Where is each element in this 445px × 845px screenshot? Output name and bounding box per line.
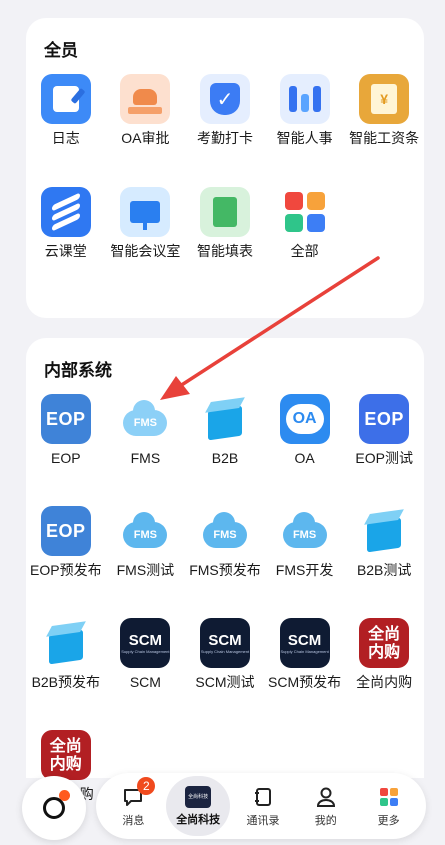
app-quanshang-purchase[interactable]: 全尚 内购 全尚内购	[344, 618, 424, 730]
app-label: OA	[294, 450, 315, 466]
app-label: EOP预发布	[30, 562, 102, 578]
app-label: FMS	[130, 450, 161, 466]
eop-icon: EOP	[40, 394, 91, 444]
app-label: 智能人事	[276, 130, 333, 146]
company-logo-icon: 全尚科技	[185, 785, 212, 808]
person-icon	[314, 785, 338, 809]
app-eop-prerelease[interactable]: EOP EOP预发布	[26, 506, 106, 618]
app-label: OA审批	[121, 130, 170, 146]
section-title-internal: 内部系统	[44, 361, 112, 380]
tab-label: 消息	[122, 814, 145, 827]
app-smart-form[interactable]: 智能填表	[185, 187, 265, 300]
fms-cloud-icon: FMS	[200, 506, 250, 556]
app-smart-hr[interactable]: 智能人事	[265, 74, 345, 187]
scm-icon: SCM Supply Chain Management	[279, 618, 330, 668]
tab-me[interactable]: 我的	[296, 785, 356, 828]
tab-contacts[interactable]: 通讯录	[233, 785, 293, 828]
app-oa[interactable]: OA OA	[265, 394, 345, 506]
scm-icon: SCM Supply Chain Management	[199, 618, 250, 668]
tab-label: 更多	[377, 814, 400, 827]
app-b2b-prerelease[interactable]: B2B预发布	[26, 618, 106, 730]
app-label: SCM测试	[195, 674, 255, 690]
app-label: FMS测试	[116, 562, 175, 578]
tab-label: 全尚科技	[176, 813, 221, 826]
eop-icon: EOP	[40, 506, 91, 556]
app-label: 日志	[51, 130, 80, 146]
fms-cloud-icon: FMS	[120, 394, 170, 444]
tab-label: 我的	[314, 814, 337, 827]
tab-label: 通讯录	[246, 814, 280, 827]
b2b-cube-icon	[41, 618, 91, 668]
app-fms-test[interactable]: FMS FMS测试	[106, 506, 186, 618]
unread-badge: 2	[137, 776, 156, 795]
quanshang-icon: 全尚 内购	[359, 618, 410, 668]
app-label: 云课堂	[44, 243, 87, 259]
app-fms-prerelease[interactable]: FMS FMS预发布	[185, 506, 265, 618]
app-b2b-test[interactable]: B2B测试	[344, 506, 424, 618]
app-all[interactable]: 全部	[265, 187, 345, 300]
app-diary[interactable]: 日志	[26, 74, 106, 187]
app-label: EOP测试	[355, 450, 413, 466]
app-label: B2B预发布	[31, 674, 101, 690]
meeting-board-icon	[120, 187, 171, 237]
app-label: SCM	[129, 674, 161, 690]
stamp-icon	[120, 74, 171, 124]
quanshang-icon: 全尚 内购	[40, 730, 91, 780]
app-label: 全部	[290, 243, 319, 259]
cloud-class-icon	[40, 187, 91, 237]
app-scm[interactable]: SCM Supply Chain Management SCM	[106, 618, 186, 730]
fms-cloud-icon: FMS	[120, 506, 170, 556]
app-label: 智能填表	[196, 243, 253, 259]
hr-icon	[279, 74, 330, 124]
scm-icon: SCM Supply Chain Management	[120, 618, 171, 668]
app-label: FMS开发	[275, 562, 334, 578]
tab-messages[interactable]: 2 消息	[103, 776, 163, 828]
app-label: SCM预发布	[268, 674, 342, 690]
app-fms-dev[interactable]: FMS FMS开发	[265, 506, 345, 618]
section-title-all-staff: 全员	[44, 41, 78, 60]
notification-dot	[59, 790, 70, 801]
message-icon: 2	[121, 776, 156, 809]
b2b-cube-icon	[359, 506, 409, 556]
app-label: B2B	[211, 450, 239, 466]
app-scm-prerelease[interactable]: SCM Supply Chain Management SCM预发布	[265, 618, 345, 730]
app-oa-approval[interactable]: OA审批	[106, 74, 186, 187]
app-label: 全尚内购	[356, 674, 413, 690]
app-label: B2B测试	[356, 562, 412, 578]
eop-icon: EOP	[359, 394, 410, 444]
app-label: FMS预发布	[189, 562, 261, 578]
app-label: 智能工资条	[349, 130, 420, 146]
check-shield-icon: ✓	[199, 74, 250, 124]
more-apps-icon	[377, 785, 401, 809]
contacts-book-icon	[251, 785, 275, 809]
app-smart-payslip[interactable]: ¥ 智能工资条	[344, 74, 424, 187]
app-meeting-room[interactable]: 智能会议室	[106, 187, 186, 300]
diary-icon	[40, 74, 91, 124]
bottom-tabbar: 2 消息 全尚科技 全尚科技 通讯录 我的 更多	[96, 773, 426, 839]
all-apps-icon	[279, 187, 330, 237]
tab-more[interactable]: 更多	[359, 785, 419, 828]
form-book-icon	[199, 187, 250, 237]
fms-cloud-icon: FMS	[280, 506, 330, 556]
oa-bubble-icon: OA	[279, 394, 330, 444]
app-eop[interactable]: EOP EOP	[26, 394, 106, 506]
internal-systems-card: 内部系统 EOP EOP FMS FMS B2B OA OA EOP EOP测试…	[26, 338, 424, 802]
app-label: 考勤打卡	[196, 130, 253, 146]
app-b2b[interactable]: B2B	[185, 394, 265, 506]
b2b-cube-icon	[200, 394, 250, 444]
assistant-button[interactable]	[22, 776, 86, 840]
all-staff-card: 全员 日志 OA审批 ✓ 考勤打卡 智能人事 ¥ 智能工资条 云课堂 智能会议室…	[26, 18, 424, 318]
app-label: EOP	[51, 450, 81, 466]
tab-home[interactable]: 全尚科技 全尚科技	[166, 776, 231, 836]
app-attendance[interactable]: ✓ 考勤打卡	[185, 74, 265, 187]
app-cloud-class[interactable]: 云课堂	[26, 187, 106, 300]
salary-slip-icon: ¥	[359, 74, 410, 124]
app-eop-test[interactable]: EOP EOP测试	[344, 394, 424, 506]
app-scm-test[interactable]: SCM Supply Chain Management SCM测试	[185, 618, 265, 730]
app-label: 智能会议室	[110, 243, 181, 259]
app-fms[interactable]: FMS FMS	[106, 394, 186, 506]
